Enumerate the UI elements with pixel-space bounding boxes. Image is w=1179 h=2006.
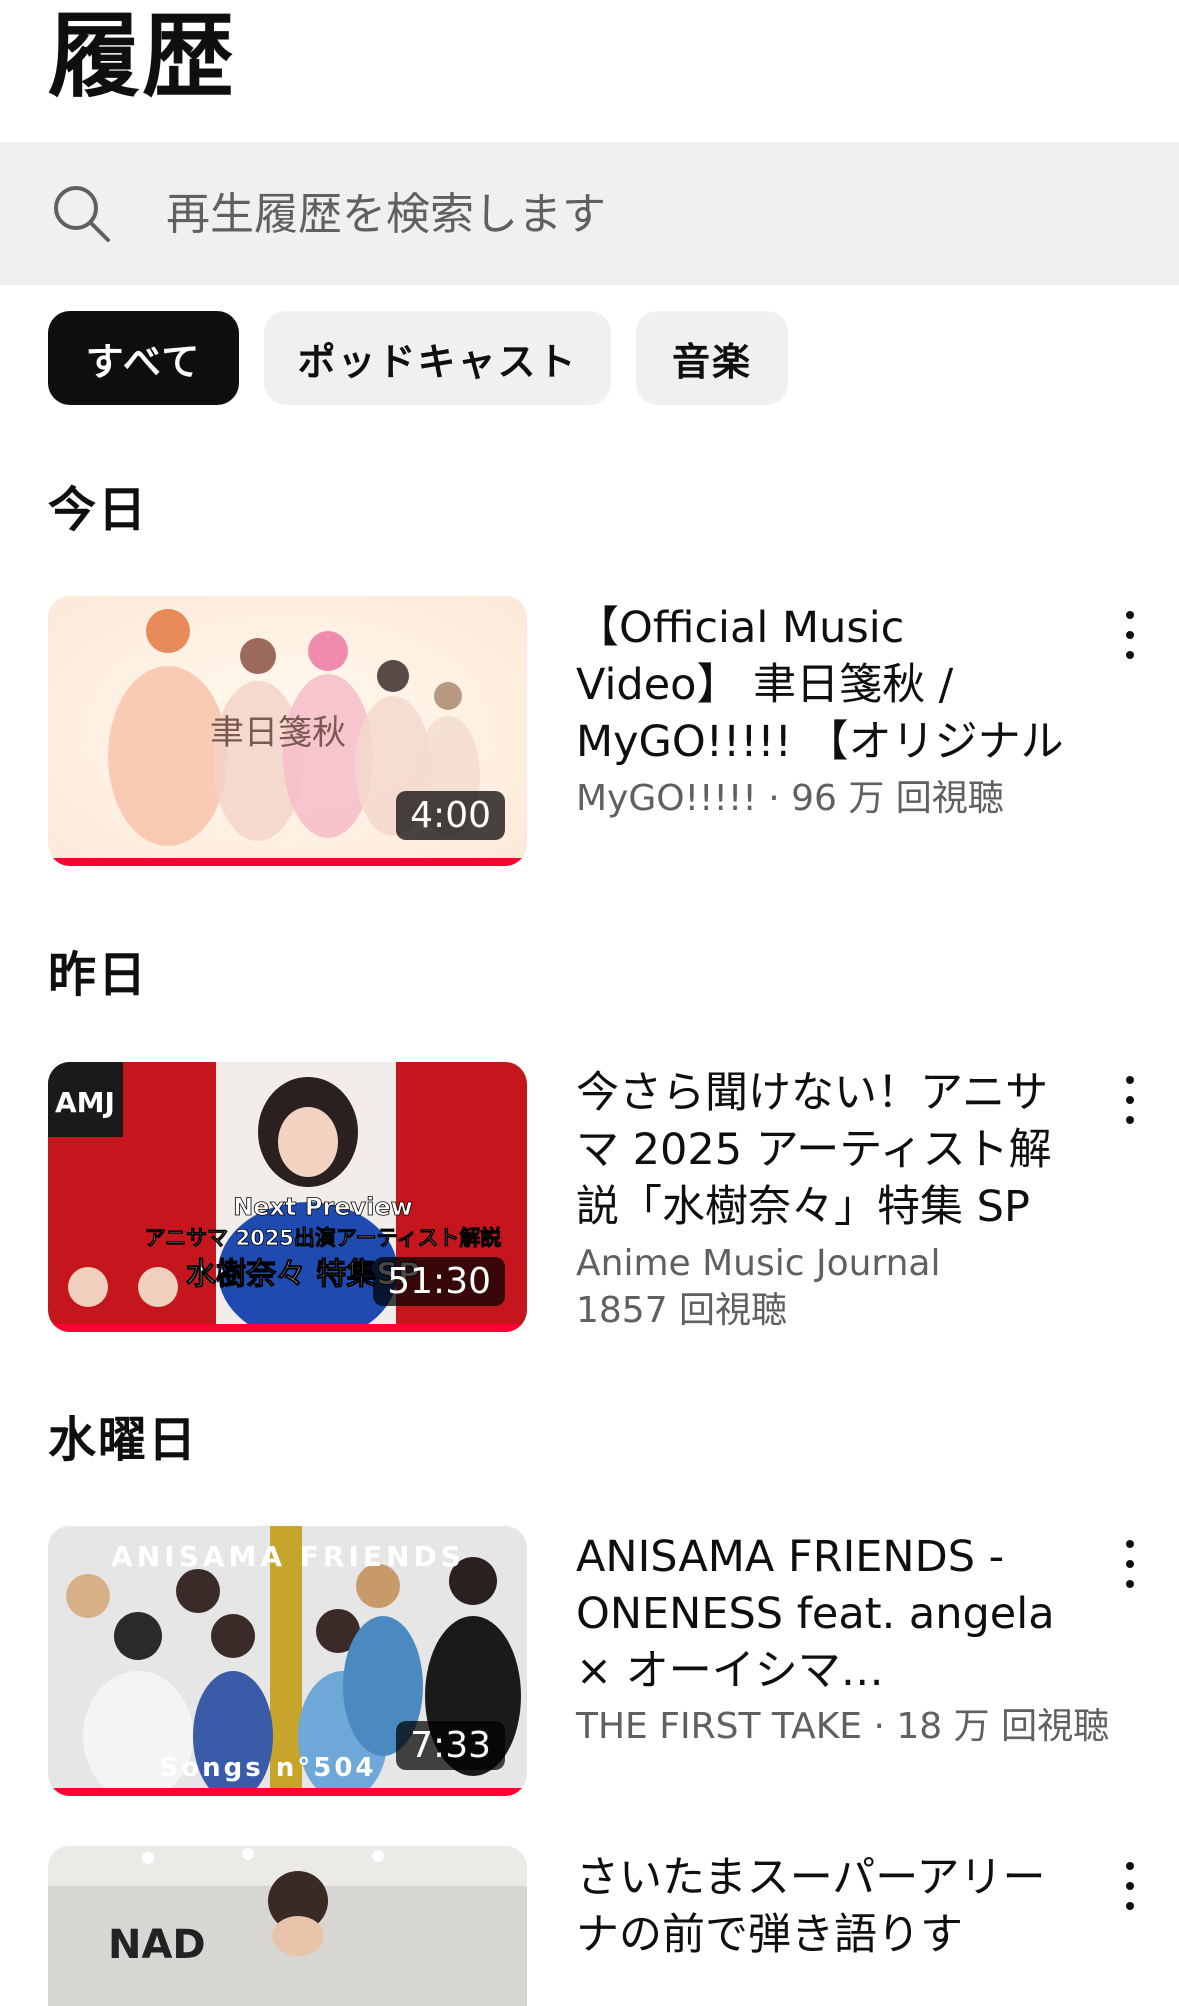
video-meta: THE FIRST TAKE · 18 万 回視聴 [576, 1706, 1110, 1747]
video-thumbnail[interactable]: AMJ Next Preview アニサマ 2025出演アーティスト解説 水樹奈… [48, 1062, 527, 1332]
video-duration: 4:00 [396, 791, 505, 840]
more-options-icon[interactable] [1110, 1070, 1150, 1130]
chip-podcasts[interactable]: ポッドキャスト [264, 311, 611, 405]
video-title[interactable]: 【Official Music Video】 聿日箋秋 / MyGO!!!!! … [576, 600, 1076, 771]
search-icon [54, 186, 110, 242]
thumbnail-text: NAD [108, 1922, 206, 1968]
video-duration: 51:30 [373, 1257, 505, 1306]
search-input[interactable] [166, 174, 1066, 254]
video-channel: Anime Music Journal [576, 1243, 941, 1284]
video-title[interactable]: 今さら聞けない！アニサマ 2025 アーティスト解説「水樹奈々」特集 SP [576, 1065, 1076, 1236]
video-thumbnail[interactable]: NAD [48, 1846, 527, 2006]
video-title[interactable]: ANISAMA FRIENDS - ONENESS feat. angela ×… [576, 1529, 1076, 1700]
section-today: 今日 [48, 482, 149, 538]
chip-music[interactable]: 音楽 [636, 311, 788, 405]
watch-progress-bar [48, 858, 527, 866]
more-options-icon[interactable] [1110, 1856, 1150, 1916]
thumbnail-image: NAD [48, 1846, 527, 2006]
video-meta: MyGO!!!!! · 96 万 回視聴 [576, 778, 1004, 819]
section-wednesday: 水曜日 [48, 1412, 199, 1468]
search-bar[interactable] [0, 142, 1179, 285]
thumbnail-logo: AMJ [55, 1086, 115, 1119]
watch-progress-bar [48, 1788, 527, 1796]
video-duration: 7:33 [396, 1721, 505, 1770]
video-title[interactable]: さいたまスーパーアリーナの前で弾き語りす [576, 1850, 1076, 1964]
video-views: 1857 回視聴 [576, 1290, 788, 1331]
thumbnail-text: 聿日箋秋 [210, 713, 346, 753]
chip-all[interactable]: すべて [48, 311, 239, 405]
watch-progress-bar [48, 1324, 527, 1332]
section-yesterday: 昨日 [48, 947, 149, 1003]
more-options-icon[interactable] [1110, 1534, 1150, 1594]
thumbnail-text-1: Next Preview [233, 1193, 413, 1221]
video-thumbnail[interactable]: 聿日箋秋 4:00 [48, 596, 527, 866]
page-title: 履歴 [48, 3, 237, 110]
thumbnail-text-2: Songs n°504 [159, 1753, 376, 1783]
thumbnail-text-2: アニサマ 2025出演アーティスト解説 [145, 1226, 502, 1250]
more-options-icon[interactable] [1110, 605, 1150, 665]
thumbnail-text-1: ANISAMA FRIENDS [111, 1540, 465, 1573]
video-thumbnail[interactable]: ANISAMA FRIENDS Songs n°504 7:33 [48, 1526, 527, 1796]
